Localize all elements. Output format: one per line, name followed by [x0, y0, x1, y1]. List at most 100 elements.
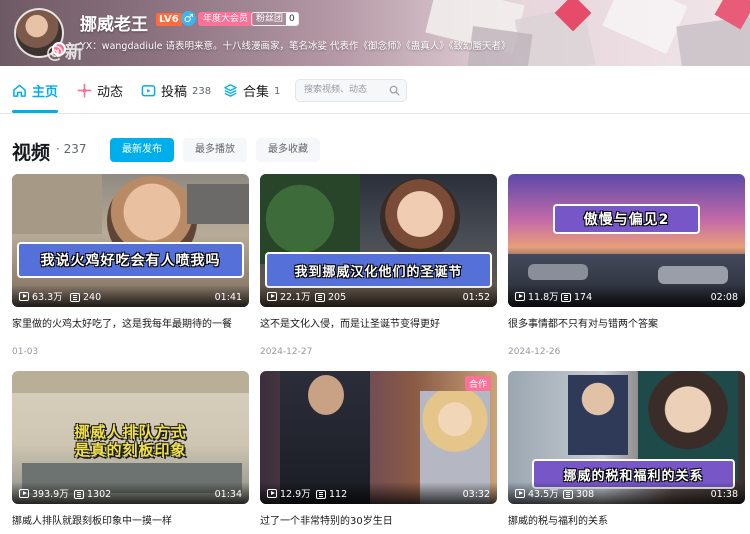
sort-most-played-button[interactable]: 最多播放: [183, 138, 247, 162]
tab-uploads[interactable]: 投稿 238: [141, 80, 211, 100]
video-caption-line-2: 是真的刻板印象: [74, 441, 187, 459]
danmaku-count-value: 112: [329, 489, 348, 500]
video-title[interactable]: 很多事情都不只有对与错两个答案: [508, 315, 745, 330]
video-title[interactable]: 挪威人排队就跟刻板印象中一摸一样: [12, 512, 249, 527]
danmaku-count-value: 174: [574, 292, 593, 303]
danmaku-icon: [315, 293, 325, 302]
danmaku-icon: [70, 293, 80, 302]
video-caption: 我说火鸡好吃会有人喷我吗: [17, 242, 244, 278]
video-card[interactable]: 我到挪威汉化他们的圣诞节 22.1万 205 01:52 这不是文化入侵，而是让…: [260, 174, 497, 357]
view-count: 11.8万: [515, 289, 559, 303]
view-count-value: 63.3万: [32, 292, 63, 303]
danmaku-count: 174: [561, 292, 592, 303]
video-date: 01-03: [12, 347, 39, 357]
video-title[interactable]: 这不是文化入侵，而是让圣诞节变得更好: [260, 315, 497, 330]
danmaku-icon: [563, 490, 573, 499]
video-caption-line-1: 挪威人排队方式: [74, 423, 187, 441]
fans-club-label: 粉丝团: [256, 14, 284, 24]
view-count-value: 12.9万: [280, 489, 311, 500]
tab-home-label: 主页: [32, 84, 59, 100]
danmaku-count: 1302: [74, 489, 111, 500]
section-count: · 237: [56, 142, 87, 156]
video-duration: 03:32: [462, 489, 490, 500]
profile-banner: @新 挪威老王 LV6 ♂ 年度大会员 粉丝团 0 YX：wangdadiule …: [0, 0, 750, 66]
level-badge: LV6: [156, 13, 182, 26]
section-title: 视频: [12, 142, 51, 164]
video-duration: 01:41: [214, 292, 242, 303]
video-title[interactable]: 挪威的税与福利的关系: [508, 512, 745, 527]
view-count: 63.3万: [19, 289, 63, 303]
video-icon: [141, 84, 156, 96]
video-thumbnail[interactable]: 我到挪威汉化他们的圣诞节 22.1万 205 01:52: [260, 174, 497, 307]
video-card[interactable]: 挪威的税和福利的关系 43.5万 308 01:38 挪威的税与福利的关系: [508, 371, 745, 527]
video-card[interactable]: 合作 12.9万 112 03:32 过了一个非常特别的30岁生日: [260, 371, 497, 527]
dynamic-icon: [77, 83, 92, 97]
tab-dynamic-label: 动态: [97, 84, 124, 100]
fans-club-badge[interactable]: 粉丝团 0: [251, 12, 299, 26]
video-thumbnail[interactable]: 合作 12.9万 112 03:32: [260, 371, 497, 504]
view-count-value: 11.8万: [528, 292, 559, 303]
view-count: 43.5万: [515, 486, 559, 500]
tab-uploads-label: 投稿: [161, 84, 188, 100]
view-count: 12.9万: [267, 486, 311, 500]
view-count-value: 22.1万: [280, 292, 311, 303]
fans-club-count: 0: [286, 13, 298, 25]
video-thumbnail[interactable]: 我说火鸡好吃会有人喷我吗 63.3万 240 01:41: [12, 174, 249, 307]
video-card[interactable]: 挪威人排队方式 是真的刻板印象 393.9万 1302 01:34 挪威人排队就…: [12, 371, 249, 527]
tab-collections-label: 合集: [243, 84, 270, 100]
view-count-value: 43.5万: [528, 489, 559, 500]
danmaku-icon: [316, 490, 326, 499]
username: 挪威老王: [80, 15, 148, 35]
danmaku-count: 205: [315, 292, 346, 303]
video-thumbnail[interactable]: 挪威的税和福利的关系 43.5万 308 01:38: [508, 371, 745, 504]
play-count-icon: [267, 291, 277, 301]
vip-badge[interactable]: 年度大会员: [198, 12, 254, 26]
sort-most-favorited-button[interactable]: 最多收藏: [256, 138, 320, 162]
video-duration: 01:38: [710, 489, 738, 500]
play-count-icon: [19, 488, 29, 498]
watermark: @新: [46, 42, 84, 63]
tab-collections-count: 1: [274, 85, 281, 97]
view-count: 393.9万: [19, 486, 69, 500]
video-thumbnail[interactable]: 傲慢与偏见2 11.8万 174 02:08: [508, 174, 745, 307]
video-duration: 01:52: [462, 292, 490, 303]
video-title[interactable]: 家里做的火鸡太好吃了，这是我每年最期待的一餐: [12, 315, 249, 330]
video-duration: 02:08: [710, 292, 738, 303]
video-date: 2024-12-26: [508, 347, 561, 357]
view-count: 22.1万: [267, 289, 311, 303]
play-count-icon: [515, 291, 525, 301]
view-count-value: 393.9万: [32, 489, 69, 500]
video-date: 2024-12-27: [260, 347, 313, 357]
video-thumbnail[interactable]: 挪威人排队方式 是真的刻板印象 393.9万 1302 01:34: [12, 371, 249, 504]
danmaku-count: 112: [316, 489, 347, 500]
search-icon[interactable]: [389, 85, 400, 96]
tab-collections[interactable]: 合集 1: [223, 80, 280, 100]
male-gender-icon: ♂: [181, 11, 196, 26]
danmaku-count: 240: [70, 292, 101, 303]
video-duration: 01:34: [214, 489, 242, 500]
danmaku-count: 308: [563, 489, 594, 500]
danmaku-count-value: 240: [83, 292, 102, 303]
layers-icon: [224, 83, 237, 97]
tab-home[interactable]: 主页: [12, 80, 58, 100]
play-count-icon: [515, 488, 525, 498]
search-input[interactable]: 搜索视频、动态: [295, 79, 407, 102]
sort-latest-button[interactable]: 最新发布: [110, 138, 174, 162]
collab-badge: 合作: [464, 376, 491, 391]
play-count-icon: [267, 488, 277, 498]
danmaku-count-value: 308: [576, 489, 595, 500]
danmaku-icon: [74, 490, 84, 499]
video-caption: 我到挪威汉化他们的圣诞节: [265, 252, 492, 288]
user-signature: YX：wangdadiule 请表明来意。十八线漫画家，笔名冰娑 代表作《御念师…: [80, 41, 511, 52]
video-card[interactable]: 傲慢与偏见2 11.8万 174 02:08 很多事情都不只有对与错两个答案 2…: [508, 174, 745, 357]
active-tab-indicator: [12, 110, 58, 113]
play-count-icon: [19, 291, 29, 301]
video-caption: 挪威人排队方式 是真的刻板印象: [17, 421, 244, 461]
danmaku-count-value: 205: [328, 292, 347, 303]
tab-dynamic[interactable]: 动态: [77, 80, 123, 100]
video-card[interactable]: 我说火鸡好吃会有人喷我吗 63.3万 240 01:41 家里做的火鸡太好吃了，…: [12, 174, 249, 357]
video-caption: 傲慢与偏见2: [553, 204, 700, 234]
video-title[interactable]: 过了一个非常特别的30岁生日: [260, 512, 497, 527]
home-icon: [13, 84, 26, 97]
tab-uploads-count: 238: [192, 85, 212, 97]
